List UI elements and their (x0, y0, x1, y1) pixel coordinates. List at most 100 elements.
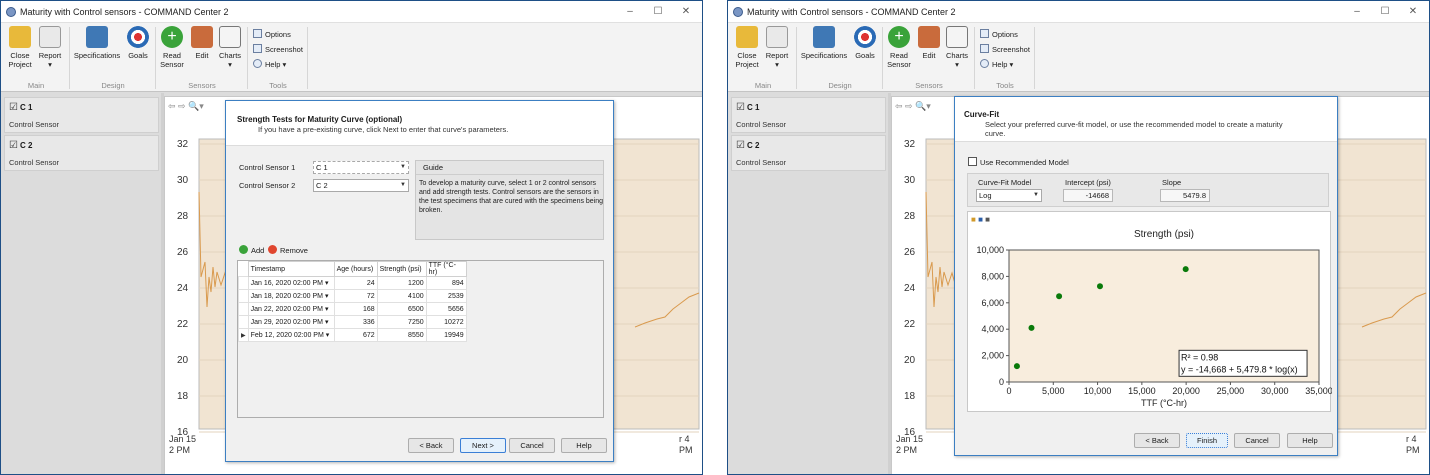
goals-button[interactable]: Goals (125, 26, 151, 60)
use-recommended-checkbox[interactable]: Use Recommended Model (968, 157, 1069, 167)
column-header[interactable]: Timestamp (247, 261, 335, 277)
curve-fit-dialog: Curve-Fit Select your preferred curve-fi… (954, 96, 1338, 456)
cancel-button[interactable]: Cancel (509, 438, 555, 453)
minimize-button[interactable]: – (621, 4, 639, 19)
remove-button[interactable]: Remove (268, 245, 308, 256)
column-header[interactable]: TTF (°C-hr) (425, 261, 467, 277)
timestamp-cell[interactable]: Feb 12, 2020 02:00 PM ▾ (247, 328, 335, 342)
read-sensor-label: Read Sensor (887, 51, 911, 69)
timestamp-value: Jan 16, 2020 02:00 PM (250, 280, 324, 287)
minimize-button[interactable]: – (1348, 4, 1366, 19)
report-button[interactable]: Report ▾ (37, 26, 63, 69)
curve-fit-model-select[interactable]: Log ▼ (976, 189, 1042, 202)
ttf-cell[interactable]: 2539 (425, 289, 467, 303)
strength-cell[interactable]: 8550 (376, 328, 427, 342)
table-row[interactable]: Jan 29, 2020 02:00 PM ▾ 336 7250 10272 (238, 315, 467, 329)
timestamp-cell[interactable]: Jan 29, 2020 02:00 PM ▾ (247, 315, 335, 329)
close-project-button[interactable]: Close Project (734, 26, 760, 69)
edit-button[interactable]: Edit (189, 26, 215, 60)
report-icon (766, 26, 788, 48)
column-header[interactable]: Strength (psi) (376, 261, 427, 277)
control-sensor-2-select[interactable]: C 2 ▼ (313, 179, 409, 192)
y-tick-label: 30 (904, 175, 916, 186)
edit-button[interactable]: Edit (916, 26, 942, 60)
timestamp-cell[interactable]: Jan 22, 2020 02:00 PM ▾ (247, 302, 335, 316)
close-button[interactable]: ✕ (677, 4, 695, 19)
charts-button[interactable]: Charts ▾ (944, 26, 970, 69)
check-icon[interactable]: ☑ (736, 140, 745, 151)
charts-button[interactable]: Charts ▾ (217, 26, 243, 69)
sensor-name: C 2 (747, 141, 760, 150)
age-cell[interactable]: 24 (333, 276, 378, 290)
ttf-cell[interactable]: 5656 (425, 302, 467, 316)
charts-label: Charts (945, 51, 969, 60)
chart-nav-icons[interactable]: ⇦ ⇨ 🔍▾ (168, 100, 204, 111)
help-button[interactable]: Help (561, 438, 607, 453)
read-sensor-button[interactable]: + Read Sensor (886, 26, 912, 69)
control-sensor-1-select[interactable]: C 1 ▼ (313, 161, 409, 174)
help-button[interactable]: Help (1287, 433, 1333, 448)
maximize-button[interactable]: ☐ (1376, 4, 1394, 19)
help-menu-button[interactable]: Help ▾ (980, 59, 1013, 69)
sensor-item[interactable]: ☑ C 2 Control Sensor (4, 135, 159, 171)
specifications-button[interactable]: Specifications (800, 26, 848, 60)
back-button[interactable]: < Back (408, 438, 454, 453)
table-row[interactable]: Jan 18, 2020 02:00 PM ▾ 72 4100 2539 (238, 289, 467, 303)
strength-cell[interactable]: 4100 (376, 289, 427, 303)
specifications-button[interactable]: Specifications (73, 26, 121, 60)
add-button[interactable]: Add (239, 245, 264, 256)
maximize-button[interactable]: ☐ (649, 4, 667, 19)
next-button[interactable]: Next > (460, 438, 506, 453)
read-sensor-button[interactable]: + Read Sensor (159, 26, 185, 69)
close-button[interactable]: ✕ (1404, 4, 1422, 19)
screenshot-label: Screenshot (992, 45, 1030, 54)
sensor-item[interactable]: ☑ C 1 Control Sensor (4, 97, 159, 133)
sensor-type: Control Sensor (736, 158, 787, 167)
table-row[interactable]: Jan 22, 2020 02:00 PM ▾ 168 6500 5656 (238, 302, 467, 316)
goals-button[interactable]: Goals (852, 26, 878, 60)
back-button[interactable]: < Back (1134, 433, 1180, 448)
options-icon (253, 29, 262, 38)
read-sensor-label: Read Sensor (160, 51, 184, 69)
age-cell[interactable]: 168 (333, 302, 378, 316)
ttf-cell[interactable]: 894 (425, 276, 467, 290)
control-sensor-2-label: Control Sensor 2 (239, 181, 296, 190)
x-tick-label: 10,000 (1084, 386, 1112, 396)
group-design-label: Design (828, 81, 852, 90)
age-cell[interactable]: 672 (333, 328, 378, 342)
strength-cell[interactable]: 7250 (376, 315, 427, 329)
chart-nav-icons[interactable]: ⇦ ⇨ 🔍▾ (895, 100, 931, 111)
finish-button[interactable]: Finish (1186, 433, 1228, 448)
dialog-title: Curve-Fit (964, 110, 1000, 119)
table-row[interactable]: Jan 16, 2020 02:00 PM ▾ 24 1200 894 (238, 276, 467, 290)
check-icon[interactable]: ☑ (9, 102, 18, 113)
sensor-item[interactable]: ☑ C 2 Control Sensor (731, 135, 886, 171)
ttf-cell[interactable]: 19949 (425, 328, 467, 342)
check-icon[interactable]: ☑ (9, 140, 18, 151)
strength-cell[interactable]: 1200 (376, 276, 427, 290)
timestamp-cell[interactable]: Jan 16, 2020 02:00 PM ▾ (247, 276, 335, 290)
column-header[interactable]: Age (hours) (333, 261, 378, 277)
options-button[interactable]: Options (980, 29, 1018, 39)
timestamp-cell[interactable]: Jan 18, 2020 02:00 PM ▾ (247, 289, 335, 303)
age-cell[interactable]: 72 (333, 289, 378, 303)
help-menu-button[interactable]: Help ▾ (253, 59, 286, 69)
ttf-cell[interactable]: 10272 (425, 315, 467, 329)
close-project-button[interactable]: Close Project (7, 26, 33, 69)
specifications-label: Specifications (800, 51, 848, 60)
cancel-button[interactable]: Cancel (1234, 433, 1280, 448)
check-icon[interactable]: ☑ (736, 102, 745, 113)
sensor-item[interactable]: ☑ C 1 Control Sensor (731, 97, 886, 133)
options-button[interactable]: Options (253, 29, 291, 39)
report-button[interactable]: Report ▾ (764, 26, 790, 69)
dialog-subtitle: If you have a pre-existing curve, click … (258, 125, 509, 134)
y-tick-label: 18 (904, 391, 916, 402)
age-cell[interactable]: 336 (333, 315, 378, 329)
slope-label: Slope (1162, 178, 1182, 187)
report-label: Report (38, 51, 62, 60)
strength-cell[interactable]: 6500 (376, 302, 427, 316)
table-row[interactable]: ▶ Feb 12, 2020 02:00 PM ▾ 672 8550 19949 (238, 328, 467, 342)
screenshot-button[interactable]: Screenshot (980, 44, 1030, 54)
screenshot-button[interactable]: Screenshot (253, 44, 303, 54)
strength-tests-grid[interactable]: Timestamp Age (hours) Strength (psi) TTF… (237, 260, 604, 418)
